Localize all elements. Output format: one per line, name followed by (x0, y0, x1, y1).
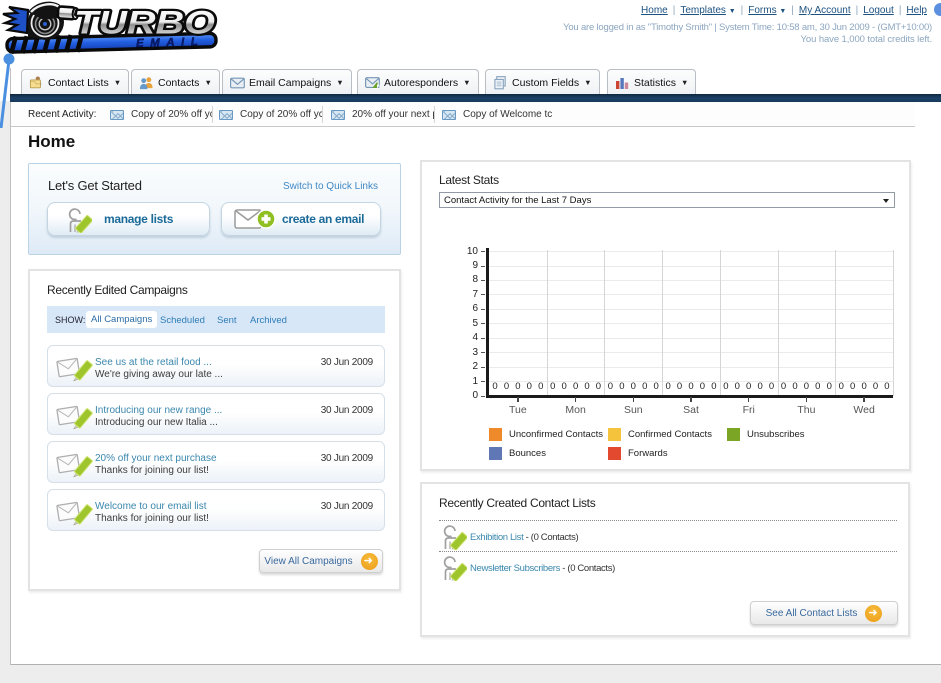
svg-text:TURBO: TURBO (74, 5, 215, 41)
